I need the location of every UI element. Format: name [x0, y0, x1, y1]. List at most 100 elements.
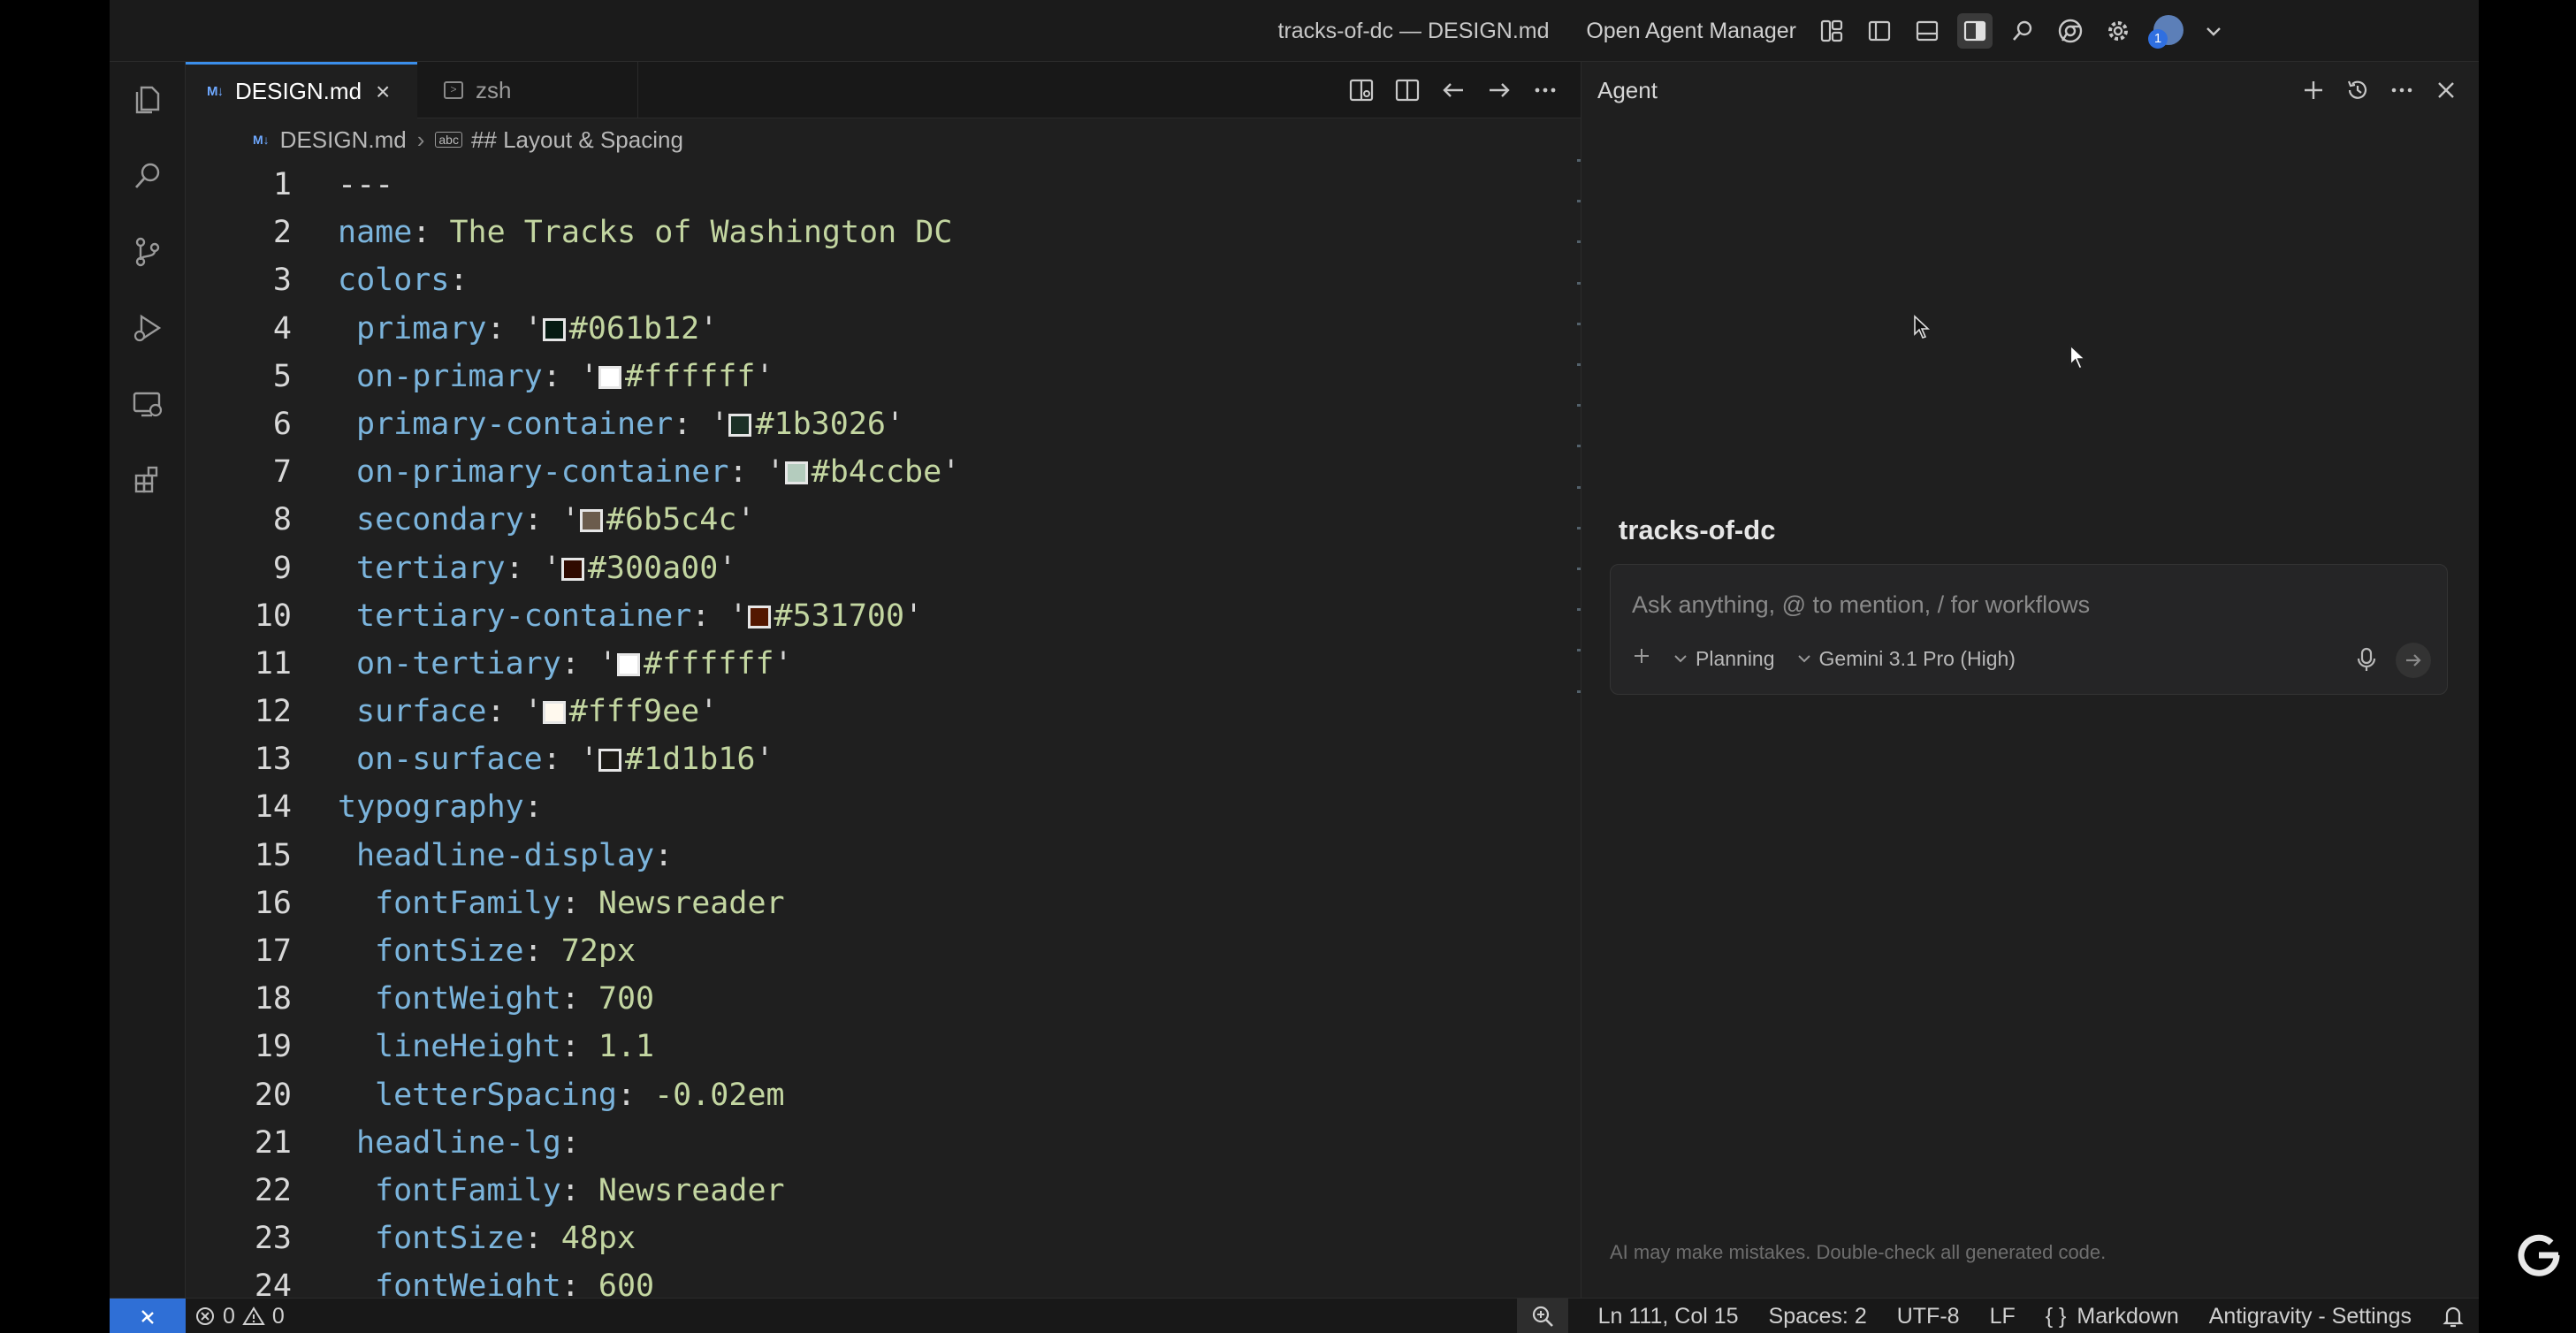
yaml-key: fontWeight: [375, 1268, 561, 1298]
account-avatar-icon[interactable]: 1: [2148, 13, 2184, 49]
yaml-colon: :: [449, 263, 487, 299]
end-of-line[interactable]: LF: [1990, 1304, 2016, 1329]
close-icon[interactable]: [2430, 74, 2462, 106]
terminal-icon: >: [444, 81, 463, 99]
send-arrow-icon[interactable]: [2396, 643, 2431, 678]
more-actions-icon[interactable]: [1529, 74, 1561, 106]
yaml-colon: :: [616, 1077, 655, 1113]
new-chat-plus-icon[interactable]: [2298, 74, 2329, 106]
quote: ': [542, 550, 561, 586]
code-line[interactable]: 2 name: The Tracks of Washington DC: [186, 209, 1565, 256]
more-actions-icon[interactable]: [2386, 74, 2418, 106]
code-editor[interactable]: 1 --- 2 name: The Tracks of Washington DC 3 c…: [186, 161, 1565, 1298]
color-swatch[interactable]: [784, 461, 808, 485]
color-swatch[interactable]: [560, 557, 584, 581]
search-icon[interactable]: [2005, 13, 2040, 49]
agent-chat-input[interactable]: Ask anything, @ to mention, / for workfl…: [1610, 564, 2448, 695]
settings-gear-icon[interactable]: [2100, 13, 2136, 49]
code-line[interactable]: 18 fontWeight: 700: [186, 975, 1565, 1023]
open-preview-icon[interactable]: [1345, 74, 1377, 106]
add-context-plus-icon[interactable]: [1632, 646, 1651, 671]
color-swatch[interactable]: [747, 605, 771, 628]
title-bar-actions: Open Agent Manager 1: [1586, 0, 2231, 62]
open-agent-manager-button[interactable]: Open Agent Manager: [1586, 19, 1796, 44]
chrome-icon[interactable]: [2053, 13, 2088, 49]
mouse-cursor-icon: [2069, 343, 2087, 370]
language-mode[interactable]: { } Markdown: [2046, 1304, 2179, 1329]
split-editor-icon[interactable]: [1391, 74, 1423, 106]
code-line[interactable]: 3 colors:: [186, 256, 1565, 304]
mode-dropdown[interactable]: Planning: [1673, 647, 1775, 671]
color-swatch[interactable]: [728, 413, 752, 437]
toggle-secondary-sidebar-icon[interactable]: [1957, 13, 1993, 49]
arrow-right-icon[interactable]: [1483, 74, 1515, 106]
code-line[interactable]: 20 letterSpacing: -0.02em: [186, 1071, 1565, 1119]
cursor-position[interactable]: Ln 111, Col 15: [1598, 1304, 1739, 1329]
code-line[interactable]: 21 headline-lg:: [186, 1119, 1565, 1167]
code-line[interactable]: 6 primary-container: ' #1b3026': [186, 400, 1565, 448]
tab-zsh[interactable]: > zsh: [417, 62, 638, 118]
settings-link[interactable]: Antigravity - Settings: [2209, 1304, 2412, 1329]
yaml-colon: :: [560, 1172, 598, 1208]
code-line[interactable]: 23 fontSize: 48px: [186, 1215, 1565, 1262]
color-swatch[interactable]: [579, 509, 603, 533]
run-debug-icon[interactable]: [110, 290, 186, 366]
toggle-panel-icon[interactable]: [1909, 13, 1945, 49]
symbol-string-icon: abc: [435, 132, 462, 148]
chevron-down-icon[interactable]: [2196, 13, 2231, 49]
notifications-bell-icon[interactable]: [2442, 1304, 2465, 1329]
google-logo-icon: [2518, 1234, 2560, 1276]
code-line[interactable]: 15 headline-display:: [186, 832, 1565, 880]
quote: ': [755, 742, 774, 778]
code-line[interactable]: 14 typography:: [186, 783, 1565, 831]
microphone-icon[interactable]: [2355, 646, 2378, 677]
yaml-value: 700: [598, 981, 655, 1017]
color-swatch[interactable]: [542, 701, 566, 725]
code-line[interactable]: 8 secondary: ' #6b5c4c': [186, 496, 1565, 544]
tab-design-md[interactable]: M↓ DESIGN.md ×: [186, 62, 417, 118]
remote-explorer-icon[interactable]: [110, 366, 186, 442]
color-swatch[interactable]: [617, 652, 641, 676]
code-line[interactable]: 5 on-primary: ' #ffffff': [186, 353, 1565, 400]
indentation[interactable]: Spaces: 2: [1769, 1304, 1867, 1329]
zoom-icon[interactable]: [1516, 1299, 1568, 1333]
code-line[interactable]: 24 fontWeight: 600: [186, 1262, 1565, 1298]
explorer-icon[interactable]: [110, 62, 186, 138]
source-control-icon[interactable]: [110, 214, 186, 290]
code-line[interactable]: 10 tertiary-container: ' #531700': [186, 592, 1565, 640]
encoding[interactable]: UTF-8: [1897, 1304, 1960, 1329]
history-icon[interactable]: [2342, 74, 2374, 106]
code-line[interactable]: 19 lineHeight: 1.1: [186, 1023, 1565, 1070]
color-swatch[interactable]: [542, 317, 566, 341]
code-line[interactable]: 7 on-primary-container: ' #b4ccbe': [186, 448, 1565, 496]
quote: ': [523, 694, 543, 730]
yaml-value: #fff9ee: [568, 694, 700, 730]
close-icon[interactable]: ×: [376, 78, 390, 106]
search-icon[interactable]: [110, 138, 186, 214]
yaml-colon: :: [560, 1029, 598, 1065]
code-line[interactable]: 9 tertiary: ' #300a00': [186, 545, 1565, 592]
code-line[interactable]: 1 ---: [186, 161, 1565, 209]
code-line[interactable]: 12 surface: ' #fff9ee': [186, 688, 1565, 735]
quote: ': [699, 310, 719, 347]
problems-indicator[interactable]: 0 0: [194, 1299, 285, 1333]
code-line[interactable]: 13 on-surface: ' #1d1b16': [186, 735, 1565, 783]
color-swatch[interactable]: [598, 365, 621, 389]
breadcrumb-file[interactable]: DESIGN.md: [280, 126, 407, 154]
model-dropdown[interactable]: Gemini 3.1 Pro (High): [1796, 647, 2016, 671]
code-line[interactable]: 16 fontFamily: Newsreader: [186, 880, 1565, 927]
chat-input-placeholder[interactable]: Ask anything, @ to mention, / for workfl…: [1632, 591, 2090, 619]
arrow-left-icon[interactable]: [1437, 74, 1469, 106]
remote-indicator-icon[interactable]: [110, 1299, 186, 1333]
code-line[interactable]: 4 primary: ' #061b12': [186, 305, 1565, 353]
toggle-primary-sidebar-icon[interactable]: [1862, 13, 1897, 49]
layout-customize-icon[interactable]: [1814, 13, 1849, 49]
code-line[interactable]: 11 on-tertiary: ' #ffffff': [186, 640, 1565, 688]
breadcrumb-symbol[interactable]: ## Layout & Spacing: [471, 126, 683, 154]
code-line[interactable]: 17 fontSize: 72px: [186, 927, 1565, 975]
color-swatch[interactable]: [598, 749, 621, 773]
yaml-key: fontWeight: [375, 981, 561, 1017]
line-number: 13: [254, 742, 292, 778]
extensions-icon[interactable]: [110, 442, 186, 518]
code-line[interactable]: 22 fontFamily: Newsreader: [186, 1167, 1565, 1215]
